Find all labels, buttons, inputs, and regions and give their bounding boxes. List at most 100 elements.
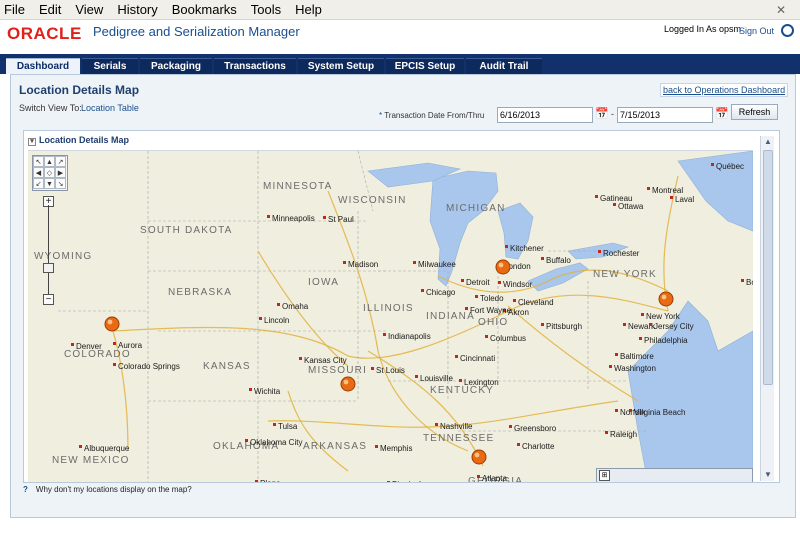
city-dot: [647, 187, 650, 190]
location-table-link[interactable]: Location Table: [81, 103, 139, 113]
map-city-label: Detroit: [466, 278, 490, 287]
zoom-track[interactable]: [48, 205, 49, 299]
map-region-label: IOWA: [308, 277, 339, 288]
map-city-label: Plano: [260, 479, 281, 482]
city-dot: [613, 203, 616, 206]
tab-packaging[interactable]: Packaging: [140, 58, 212, 74]
map-city-label: Philadelphia: [644, 336, 688, 345]
map-region-label: INDIANA: [426, 311, 475, 322]
date-separator: -: [611, 109, 614, 119]
tab-transactions[interactable]: Transactions: [214, 58, 296, 74]
city-dot: [509, 425, 512, 428]
marker-highlight: [498, 262, 504, 268]
collapse-icon[interactable]: ▾: [28, 138, 36, 146]
main-content: Location Details Map back to Operations …: [10, 74, 796, 518]
map-city-label: Indianapolis: [388, 332, 431, 341]
back-to-dashboard-link[interactable]: back to Operations Dashboard: [660, 83, 789, 97]
map-city-label: Buffalo: [546, 256, 571, 265]
city-dot: [649, 323, 652, 326]
pan-control[interactable]: ↖ ▲ ↗ ◀ ◇ ▶ ↙ ▼ ↘: [32, 155, 68, 191]
map-region-label: ARKANSAS: [303, 441, 367, 452]
menu-file[interactable]: File: [4, 2, 25, 17]
city-dot: [383, 333, 386, 336]
pan-up-left-icon[interactable]: ↖: [33, 156, 44, 167]
scroll-up-icon[interactable]: ▲: [761, 136, 775, 148]
highway: [287, 390, 349, 472]
city-dot: [629, 409, 632, 412]
menu-help[interactable]: Help: [295, 2, 322, 17]
app-title: Pedigree and Serialization Manager: [93, 24, 300, 39]
city-dot: [323, 216, 326, 219]
refresh-button[interactable]: Refresh: [731, 104, 778, 120]
menu-bookmarks[interactable]: Bookmarks: [172, 2, 237, 17]
city-dot: [455, 355, 458, 358]
calendar-icon[interactable]: 📅: [595, 107, 609, 121]
tab-dashboard[interactable]: Dashboard: [6, 58, 80, 74]
city-dot: [595, 195, 598, 198]
map-city-label: Québec: [716, 162, 744, 171]
scroll-thumb[interactable]: [763, 150, 773, 385]
pan-left-icon[interactable]: ◀: [33, 167, 44, 178]
map-city-label: Nashville: [440, 422, 473, 431]
overview-map-toggle[interactable]: ⊞: [596, 468, 753, 482]
map-city-label: Denver: [76, 342, 102, 351]
tab-serials[interactable]: Serials: [82, 58, 138, 74]
pan-right-icon[interactable]: ▶: [55, 167, 66, 178]
oracle-o-icon: [781, 24, 794, 37]
tab-system-setup[interactable]: System Setup: [298, 58, 384, 74]
location-marker: [340, 376, 356, 392]
map-city-label: Oklahoma City: [250, 438, 302, 447]
map-city-label: Albuquerque: [84, 444, 130, 453]
pan-up-right-icon[interactable]: ↗: [55, 156, 66, 167]
city-dot: [267, 215, 270, 218]
map-city-label: Aurora: [118, 341, 143, 350]
city-dot: [255, 480, 258, 482]
menu-tools[interactable]: Tools: [251, 2, 281, 17]
menu-edit[interactable]: Edit: [39, 2, 61, 17]
map-city-label: Wichita: [254, 387, 281, 396]
sign-out-link[interactable]: Sign Out: [739, 26, 774, 36]
city-dot: [498, 281, 501, 284]
map-region-label: SOUTH DAKOTA: [140, 225, 233, 236]
city-dot: [513, 299, 516, 302]
overview-toggle-icon[interactable]: ⊞: [599, 470, 610, 481]
vertical-scrollbar[interactable]: ▲ ▼: [760, 136, 774, 481]
zoom-out-icon[interactable]: −: [43, 294, 54, 305]
pan-down-left-icon[interactable]: ↙: [33, 178, 44, 189]
pan-center-icon[interactable]: ◇: [44, 167, 55, 178]
map-canvas[interactable]: MINNESOTA WISCONSIN MICHIGAN SOUTH DAKOTA WY…: [28, 151, 753, 482]
tab-epcis-setup[interactable]: EPCIS Setup: [386, 58, 464, 74]
city-dot: [421, 289, 424, 292]
pan-down-icon[interactable]: ▼: [44, 178, 55, 189]
location-marker: [658, 291, 674, 307]
map-city-label: Akron: [508, 308, 529, 317]
zoom-slider-thumb[interactable]: [43, 263, 54, 273]
menu-history[interactable]: History: [117, 2, 157, 17]
close-icon[interactable]: ✕: [776, 3, 786, 17]
city-dot: [459, 379, 462, 382]
pan-down-right-icon[interactable]: ↘: [55, 178, 66, 189]
map-view[interactable]: MINNESOTA WISCONSIN MICHIGAN SOUTH DAKOTA WY…: [28, 150, 753, 482]
help-link[interactable]: Why don't my locations display on the ma…: [36, 485, 192, 494]
scroll-down-icon[interactable]: ▼: [761, 469, 775, 481]
map-region-label: NEW YORK: [593, 269, 657, 280]
city-dot: [249, 388, 252, 391]
map-city-label: Fort Wayne: [470, 306, 512, 315]
city-dot: [299, 357, 302, 360]
map-city-label: Toledo: [480, 294, 504, 303]
menu-view[interactable]: View: [75, 2, 103, 17]
calendar-icon[interactable]: 📅: [715, 107, 729, 121]
city-dot: [415, 375, 418, 378]
city-dot: [245, 439, 248, 442]
map-city-label: Washington: [614, 364, 656, 373]
date-to-input[interactable]: [617, 107, 713, 123]
date-from-input[interactable]: [497, 107, 593, 123]
app-window: File Edit View History Bookmarks Tools H…: [0, 0, 800, 546]
map-city-label: Lincoln: [264, 316, 289, 325]
map-city-label: Atlanta: [482, 474, 507, 482]
pan-up-icon[interactable]: ▲: [44, 156, 55, 167]
tab-audit-trail[interactable]: Audit Trail: [466, 58, 542, 74]
map-panel: ▾ Location Details Map MINNESOTA WISCONSIN…: [23, 130, 780, 483]
map-city-label: Montreal: [652, 186, 683, 195]
map-city-label: St Louis: [376, 366, 405, 375]
